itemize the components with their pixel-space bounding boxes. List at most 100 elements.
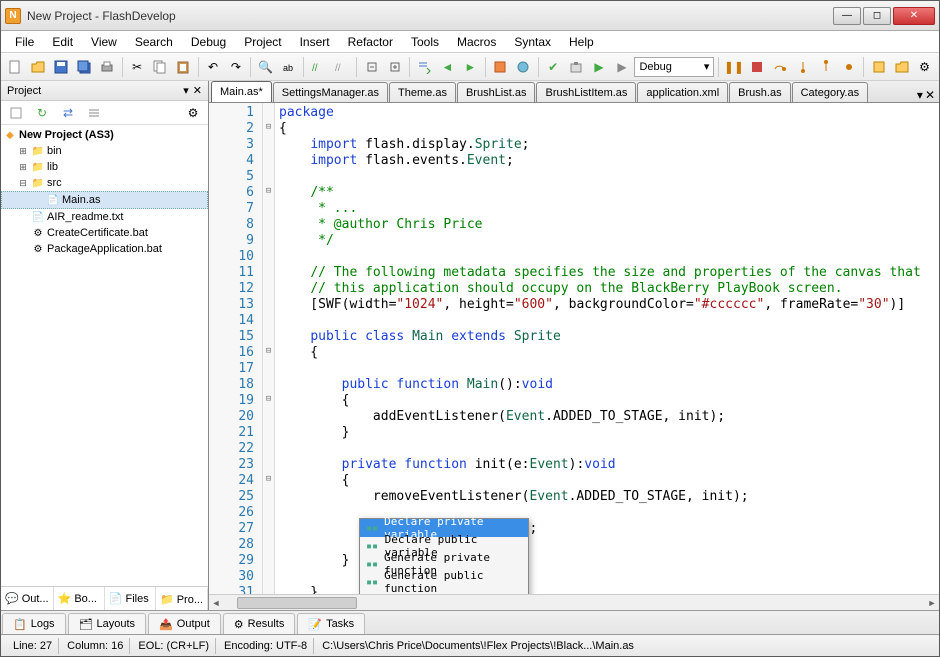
run-to-icon[interactable] bbox=[838, 56, 859, 78]
run-noargs-icon[interactable]: ▶ bbox=[612, 56, 633, 78]
bottom-tab-results[interactable]: ⚙Results bbox=[223, 613, 296, 635]
tool1-icon[interactable] bbox=[490, 56, 511, 78]
show-hidden-icon[interactable] bbox=[5, 102, 27, 124]
tree-item[interactable]: ⊞📁lib bbox=[1, 159, 208, 175]
close-button[interactable]: ✕ bbox=[893, 7, 935, 25]
menu-macros[interactable]: Macros bbox=[449, 33, 504, 51]
panel-close-icon[interactable]: ✕ bbox=[193, 84, 202, 97]
run-icon[interactable]: ▶ bbox=[589, 56, 610, 78]
config-dropdown[interactable]: Debug▾ bbox=[634, 57, 714, 77]
toolbar-separator bbox=[198, 57, 199, 77]
menu-view[interactable]: View bbox=[83, 33, 125, 51]
sidebar-tab[interactable]: ⭐Bo... bbox=[54, 587, 105, 610]
paste-icon[interactable] bbox=[173, 56, 194, 78]
menu-project[interactable]: Project bbox=[236, 33, 289, 51]
tab-icon: ⚙ bbox=[234, 618, 244, 631]
editor-tab[interactable]: BrushList.as bbox=[457, 82, 536, 102]
menu-file[interactable]: File bbox=[7, 33, 42, 51]
uncomment-icon[interactable]: // bbox=[331, 56, 352, 78]
open-project-icon[interactable] bbox=[891, 56, 912, 78]
refresh-icon[interactable]: ↻ bbox=[31, 102, 53, 124]
editor-tab[interactable]: BrushListItem.as bbox=[536, 82, 636, 102]
pause-icon[interactable]: ❚❚ bbox=[723, 56, 744, 78]
bat-icon: ⚙ bbox=[31, 242, 45, 256]
menu-tools[interactable]: Tools bbox=[403, 33, 447, 51]
cut-icon[interactable]: ✂ bbox=[127, 56, 148, 78]
maximize-button[interactable]: ◻ bbox=[863, 7, 891, 25]
step-over-icon[interactable] bbox=[769, 56, 790, 78]
line-gutter[interactable]: 1234567891011121314151617181920212223242… bbox=[209, 103, 263, 594]
stop-icon[interactable] bbox=[746, 56, 767, 78]
status-path: C:\Users\Chris Price\Documents\!Flex Pro… bbox=[316, 638, 640, 654]
step-out-icon[interactable] bbox=[815, 56, 836, 78]
tree-item[interactable]: ⚙PackageApplication.bat bbox=[1, 241, 208, 257]
collapse-icon[interactable] bbox=[361, 56, 382, 78]
collapse-all-icon[interactable] bbox=[83, 102, 105, 124]
step-into-icon[interactable] bbox=[792, 56, 813, 78]
context-menu-item[interactable]: ▪▪Generate public function bbox=[360, 573, 528, 591]
sidebar-tab[interactable]: 💬Out... bbox=[1, 587, 54, 610]
sync-icon[interactable]: ⇄ bbox=[57, 102, 79, 124]
tab-dropdown-icon[interactable]: ▾ bbox=[917, 88, 923, 102]
new-file-icon[interactable] bbox=[5, 56, 26, 78]
comment-icon[interactable]: // bbox=[308, 56, 329, 78]
new-project-icon[interactable] bbox=[868, 56, 889, 78]
project-options-icon[interactable]: ⚙ bbox=[182, 102, 204, 124]
tab-close-icon[interactable]: ✕ bbox=[925, 88, 935, 102]
sidebar-tab[interactable]: 📄Files bbox=[105, 587, 156, 610]
back-icon[interactable]: ◄ bbox=[437, 56, 458, 78]
menu-refactor[interactable]: Refactor bbox=[340, 33, 401, 51]
status-line: Line: 27 bbox=[7, 638, 59, 654]
tree-item[interactable]: 📄AIR_readme.txt bbox=[1, 209, 208, 225]
panel-dropdown-icon[interactable]: ▾ bbox=[183, 84, 189, 97]
menu-help[interactable]: Help bbox=[561, 33, 602, 51]
project-props-icon[interactable]: ⚙ bbox=[914, 56, 935, 78]
editor-tab[interactable]: Category.as bbox=[792, 82, 869, 102]
bottom-tab-logs[interactable]: 📋Logs bbox=[2, 613, 66, 635]
bottom-tab-output[interactable]: 📤Output bbox=[148, 613, 221, 635]
code-editor[interactable]: 1234567891011121314151617181920212223242… bbox=[209, 103, 939, 594]
fold-column[interactable]: ⊟⊟⊟⊟⊟ bbox=[263, 103, 275, 594]
replace-icon[interactable]: ab bbox=[278, 56, 299, 78]
expand-icon[interactable] bbox=[384, 56, 405, 78]
bottom-tab-layouts[interactable]: 🗂Layouts bbox=[68, 613, 147, 635]
open-icon[interactable] bbox=[28, 56, 49, 78]
tree-item[interactable]: ⊞📁bin bbox=[1, 143, 208, 159]
build-icon[interactable] bbox=[566, 56, 587, 78]
save-all-icon[interactable] bbox=[74, 56, 95, 78]
titlebar[interactable]: N New Project - FlashDevelop — ◻ ✕ bbox=[1, 1, 939, 31]
menu-debug[interactable]: Debug bbox=[183, 33, 234, 51]
tool2-icon[interactable] bbox=[513, 56, 534, 78]
tree-item[interactable]: ⊟📁src bbox=[1, 175, 208, 191]
panel-header[interactable]: Project ▾ ✕ bbox=[1, 81, 208, 101]
tree-item[interactable]: ⚙CreateCertificate.bat bbox=[1, 225, 208, 241]
menu-edit[interactable]: Edit bbox=[44, 33, 81, 51]
editor-tab[interactable]: SettingsManager.as bbox=[273, 82, 388, 102]
editor-tab[interactable]: Main.as* bbox=[211, 81, 272, 102]
editor-tab[interactable]: application.xml bbox=[637, 82, 728, 102]
menu-insert[interactable]: Insert bbox=[292, 33, 338, 51]
undo-icon[interactable]: ↶ bbox=[203, 56, 224, 78]
project-tree[interactable]: ◆ New Project (AS3) ⊞📁bin⊞📁lib⊟📁src📄Main… bbox=[1, 125, 208, 586]
minimize-button[interactable]: — bbox=[833, 7, 861, 25]
bottom-tab-tasks[interactable]: 📝Tasks bbox=[297, 613, 365, 635]
menu-syntax[interactable]: Syntax bbox=[506, 33, 559, 51]
goto-line-icon[interactable] bbox=[414, 56, 435, 78]
editor-tab[interactable]: Brush.as bbox=[729, 82, 790, 102]
find-icon[interactable]: 🔍 bbox=[255, 56, 276, 78]
toolbar-separator bbox=[538, 57, 539, 77]
tree-root[interactable]: ◆ New Project (AS3) bbox=[1, 127, 208, 143]
editor-tab[interactable]: Theme.as bbox=[389, 82, 456, 102]
print-icon[interactable] bbox=[97, 56, 118, 78]
horizontal-scrollbar[interactable]: ◄► bbox=[209, 594, 939, 610]
app-icon: N bbox=[5, 8, 21, 24]
sidebar-tab[interactable]: 📁Pro... bbox=[156, 587, 208, 610]
forward-icon[interactable]: ► bbox=[460, 56, 481, 78]
check-syntax-icon[interactable]: ✔ bbox=[543, 56, 564, 78]
tree-item[interactable]: 📄Main.as bbox=[1, 191, 208, 209]
redo-icon[interactable]: ↷ bbox=[225, 56, 246, 78]
toolbar-separator bbox=[303, 57, 304, 77]
copy-icon[interactable] bbox=[150, 56, 171, 78]
menu-search[interactable]: Search bbox=[127, 33, 181, 51]
save-icon[interactable] bbox=[51, 56, 72, 78]
